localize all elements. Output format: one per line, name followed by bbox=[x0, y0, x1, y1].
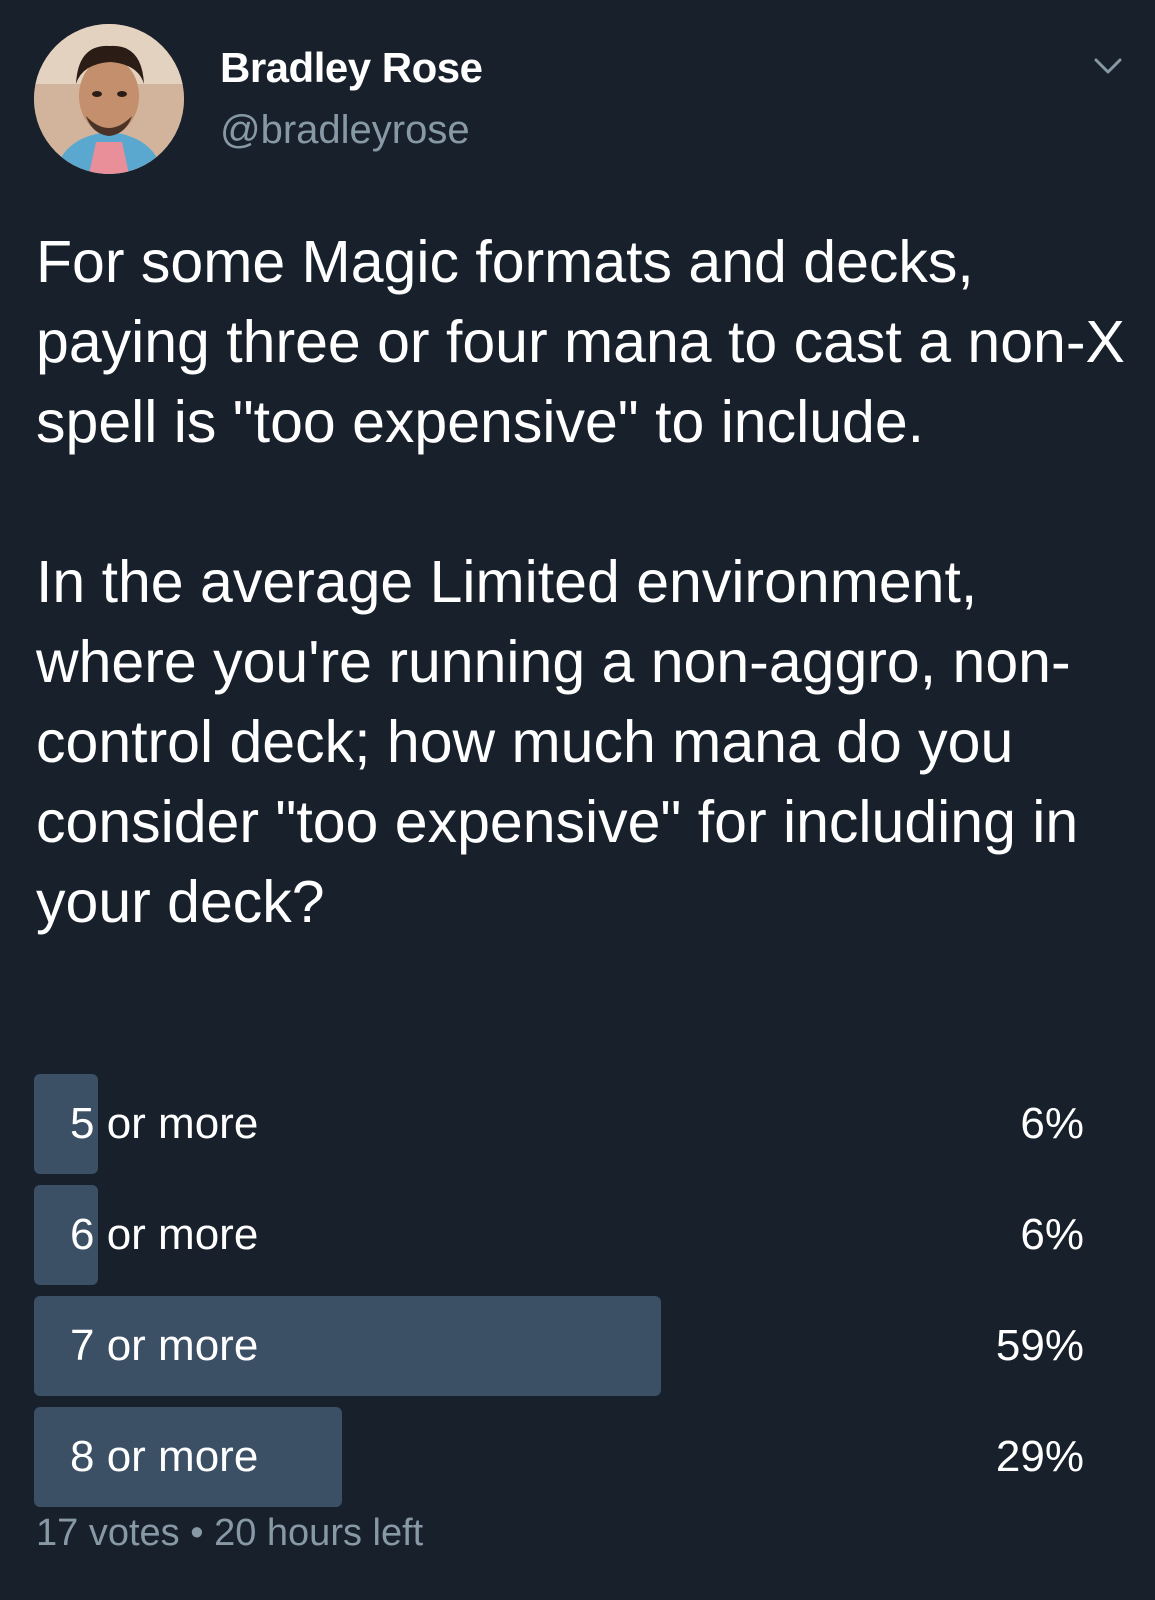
author-handle[interactable]: @bradleyrose bbox=[220, 108, 470, 153]
poll-meta: 17 votes • 20 hours left bbox=[36, 1512, 423, 1555]
poll-option-label: 7 or more bbox=[70, 1321, 259, 1370]
poll-option-percent: 6% bbox=[1020, 1210, 1084, 1259]
poll-option[interactable]: 7 or more 59% bbox=[34, 1296, 1084, 1396]
poll-option[interactable]: 6 or more 6% bbox=[34, 1185, 1084, 1285]
poll-option-percent: 59% bbox=[995, 1321, 1084, 1370]
poll-option-label: 8 or more bbox=[70, 1432, 259, 1481]
poll-option[interactable]: 5 or more 6% bbox=[34, 1074, 1084, 1174]
poll-option-label: 6 or more bbox=[70, 1210, 259, 1259]
poll-votes: 17 votes bbox=[36, 1512, 180, 1554]
poll-option[interactable]: 8 or more 29% bbox=[34, 1407, 1084, 1507]
tweet-paragraph: For some Magic formats and decks, paying… bbox=[36, 229, 1125, 455]
poll-separator: • bbox=[190, 1512, 204, 1554]
avatar[interactable] bbox=[34, 24, 184, 174]
profile-photo bbox=[34, 24, 184, 174]
tweet-text: For some Magic formats and decks, paying… bbox=[36, 222, 1126, 942]
tweet-paragraph: In the average Limited environment, wher… bbox=[36, 549, 1079, 935]
poll-option-label: 5 or more bbox=[70, 1099, 259, 1148]
poll-time-left: 20 hours left bbox=[214, 1512, 424, 1554]
author-name[interactable]: Bradley Rose bbox=[220, 44, 483, 92]
poll-option-percent: 6% bbox=[1020, 1099, 1084, 1148]
chevron-down-icon[interactable] bbox=[1088, 52, 1128, 82]
poll-option-percent: 29% bbox=[995, 1432, 1084, 1481]
